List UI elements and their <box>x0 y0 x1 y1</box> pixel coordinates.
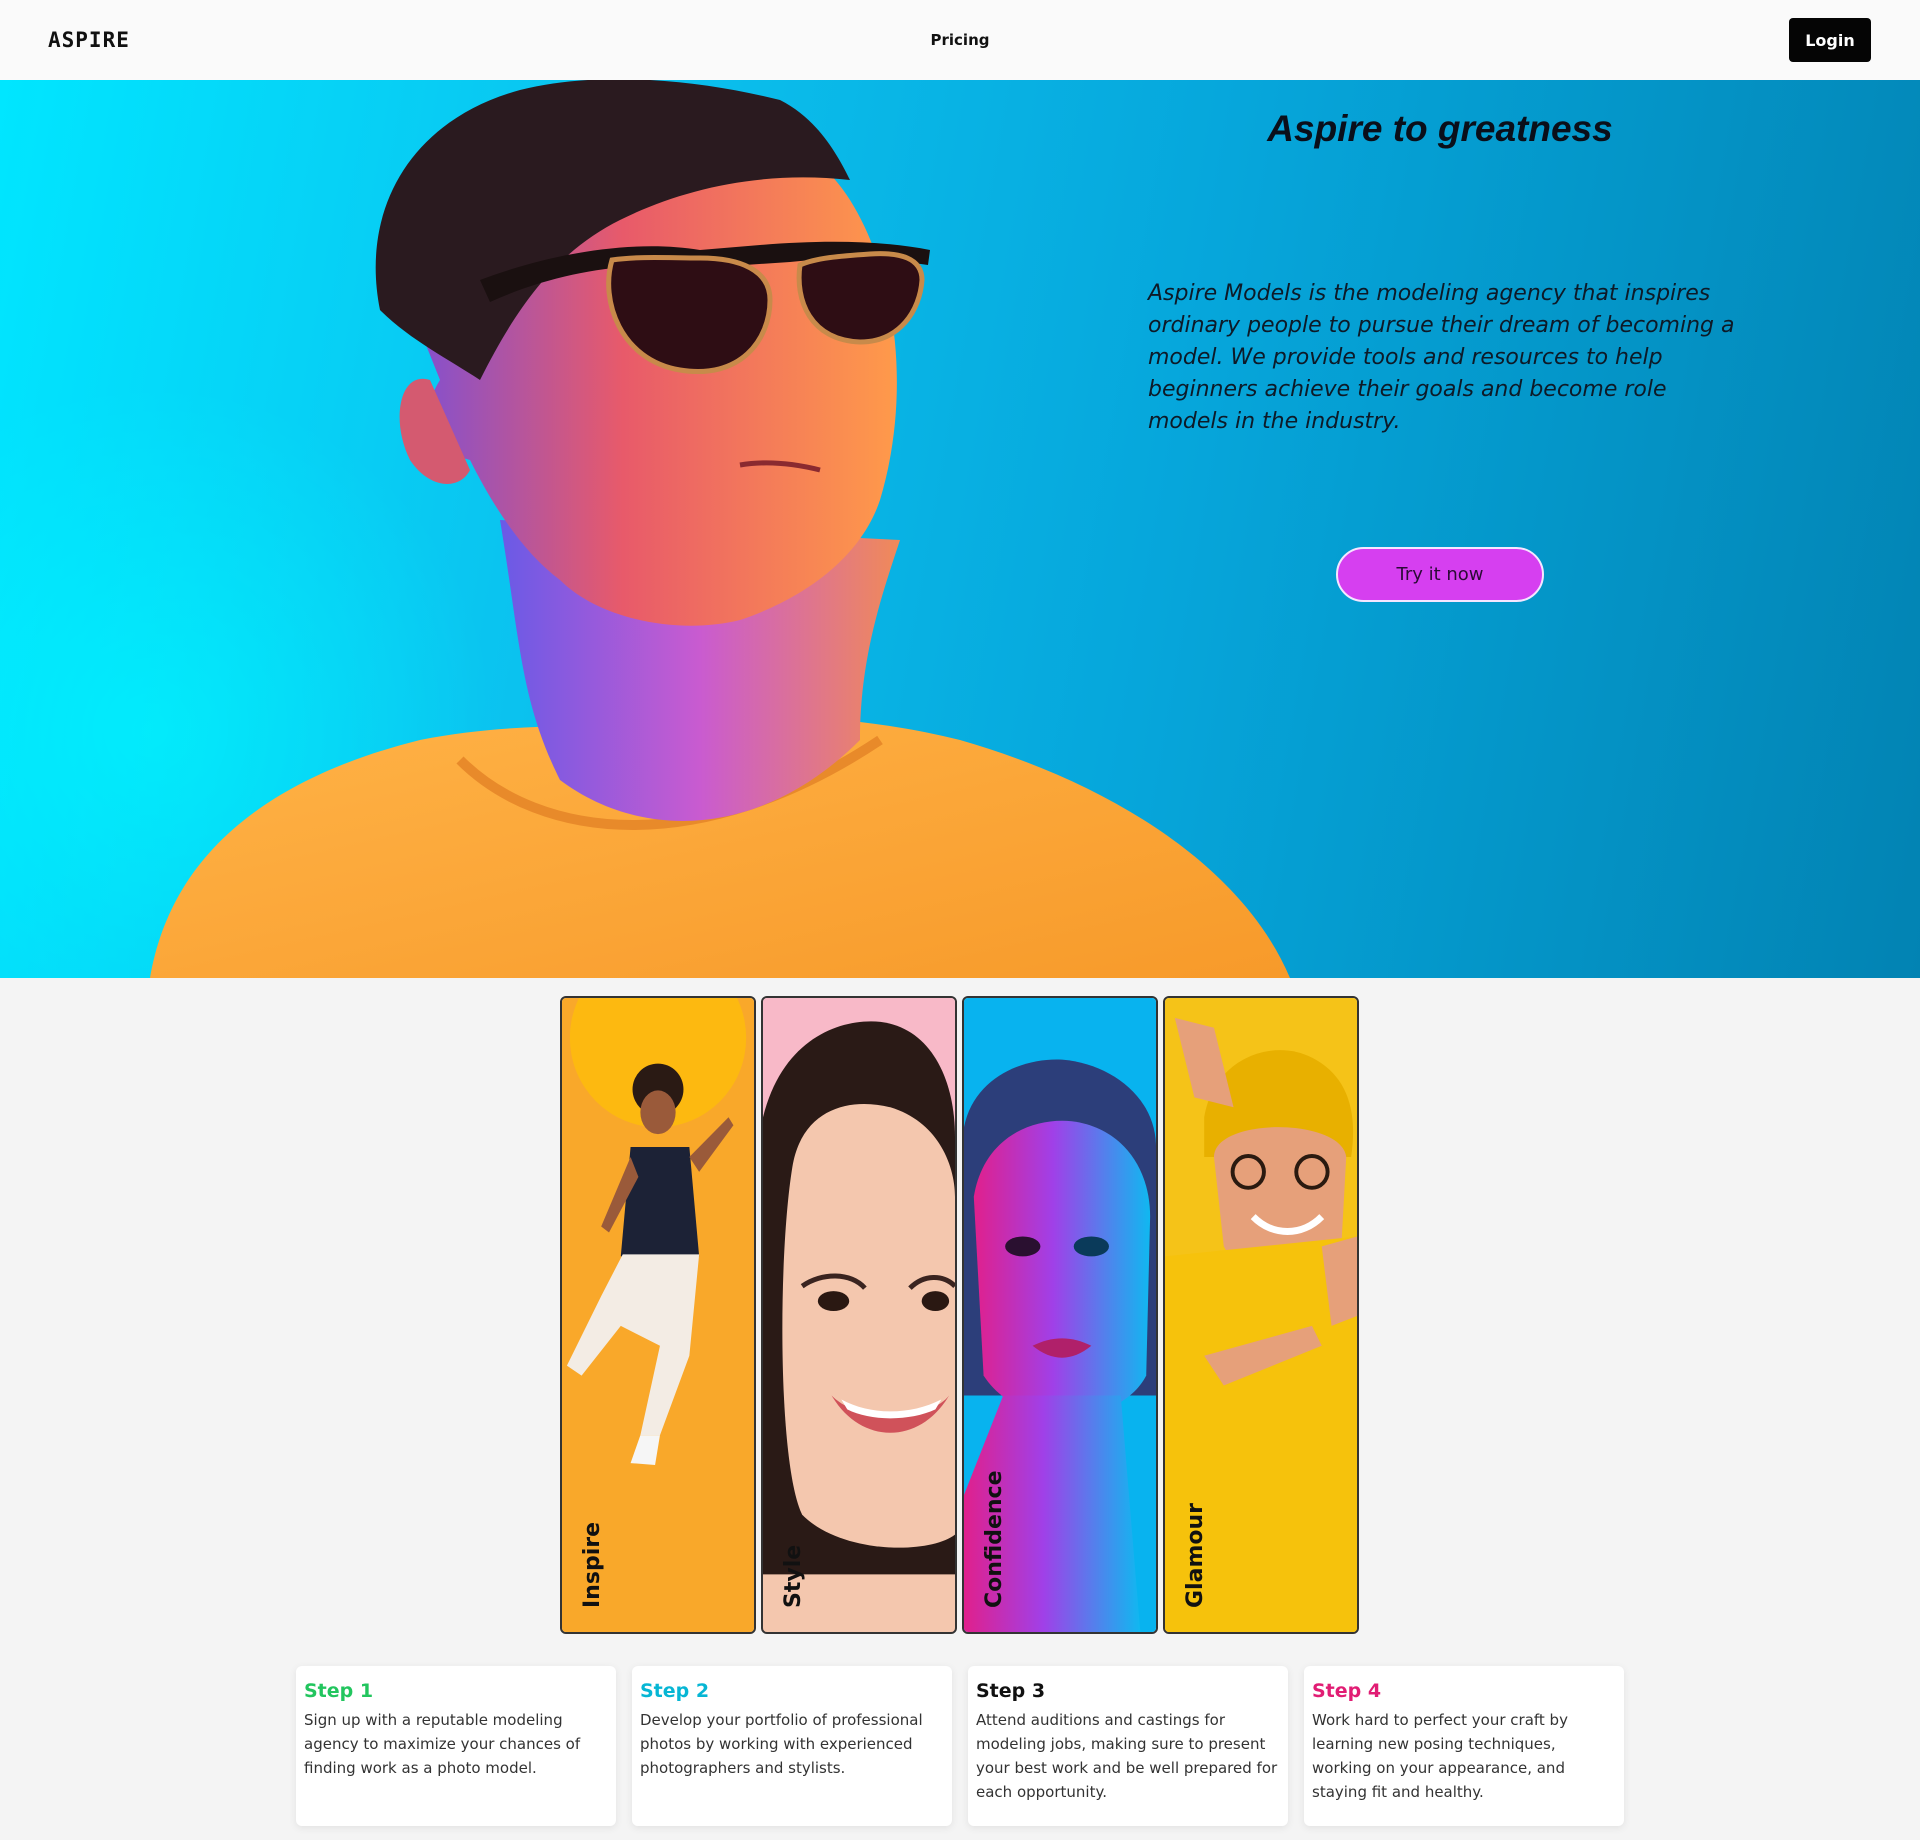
brand-logo[interactable]: ASPIRE <box>48 28 130 52</box>
step-text: Develop your portfolio of professional p… <box>640 1711 923 1777</box>
hero-title: Aspire to greatness <box>1267 108 1613 149</box>
hero-description: Aspire Models is the modeling agency tha… <box>1148 281 1735 434</box>
step-title: Step 4 <box>1312 1680 1382 1702</box>
step-text: Sign up with a reputable modeling agency… <box>304 1711 581 1777</box>
step-card-3: Step 3 Attend auditions and castings for… <box>968 1666 1288 1826</box>
card-style[interactable]: Style <box>761 996 957 1634</box>
card-style-label: Style <box>781 1544 806 1608</box>
card-glamour-label: Glamour <box>1183 1503 1208 1608</box>
hero-model-photo <box>150 80 1290 978</box>
steps-section: Step 1 Sign up with a reputable modeling… <box>296 1666 1624 1826</box>
feature-cards: Inspire Style Confidence Glamour <box>560 996 1361 1634</box>
step-text: Work hard to perfect your craft by learn… <box>1312 1711 1568 1801</box>
login-button[interactable]: Login <box>1789 18 1871 62</box>
card-confidence[interactable]: Confidence <box>962 996 1158 1634</box>
step-title: Step 2 <box>640 1680 710 1702</box>
try-it-now-button[interactable]: Try it now <box>1336 547 1544 602</box>
step-card-2: Step 2 Develop your portfolio of profess… <box>632 1666 952 1826</box>
card-style-photo <box>763 998 955 1632</box>
step-title: Step 3 <box>976 1680 1046 1702</box>
nav-link-pricing[interactable]: Pricing <box>931 31 990 49</box>
top-navbar: ASPIRE Pricing Login <box>0 0 1920 80</box>
card-inspire[interactable]: Inspire <box>560 996 756 1634</box>
card-inspire-label: Inspire <box>580 1521 605 1608</box>
card-confidence-label: Confidence <box>982 1470 1007 1608</box>
hero-section: Aspire to greatness Aspire Models is the… <box>0 80 1920 978</box>
step-text: Attend auditions and castings for modeli… <box>976 1711 1278 1801</box>
step-title: Step 1 <box>304 1680 374 1702</box>
step-card-1: Step 1 Sign up with a reputable modeling… <box>296 1666 616 1826</box>
card-glamour[interactable]: Glamour <box>1163 996 1359 1634</box>
step-card-4: Step 4 Work hard to perfect your craft b… <box>1304 1666 1624 1826</box>
